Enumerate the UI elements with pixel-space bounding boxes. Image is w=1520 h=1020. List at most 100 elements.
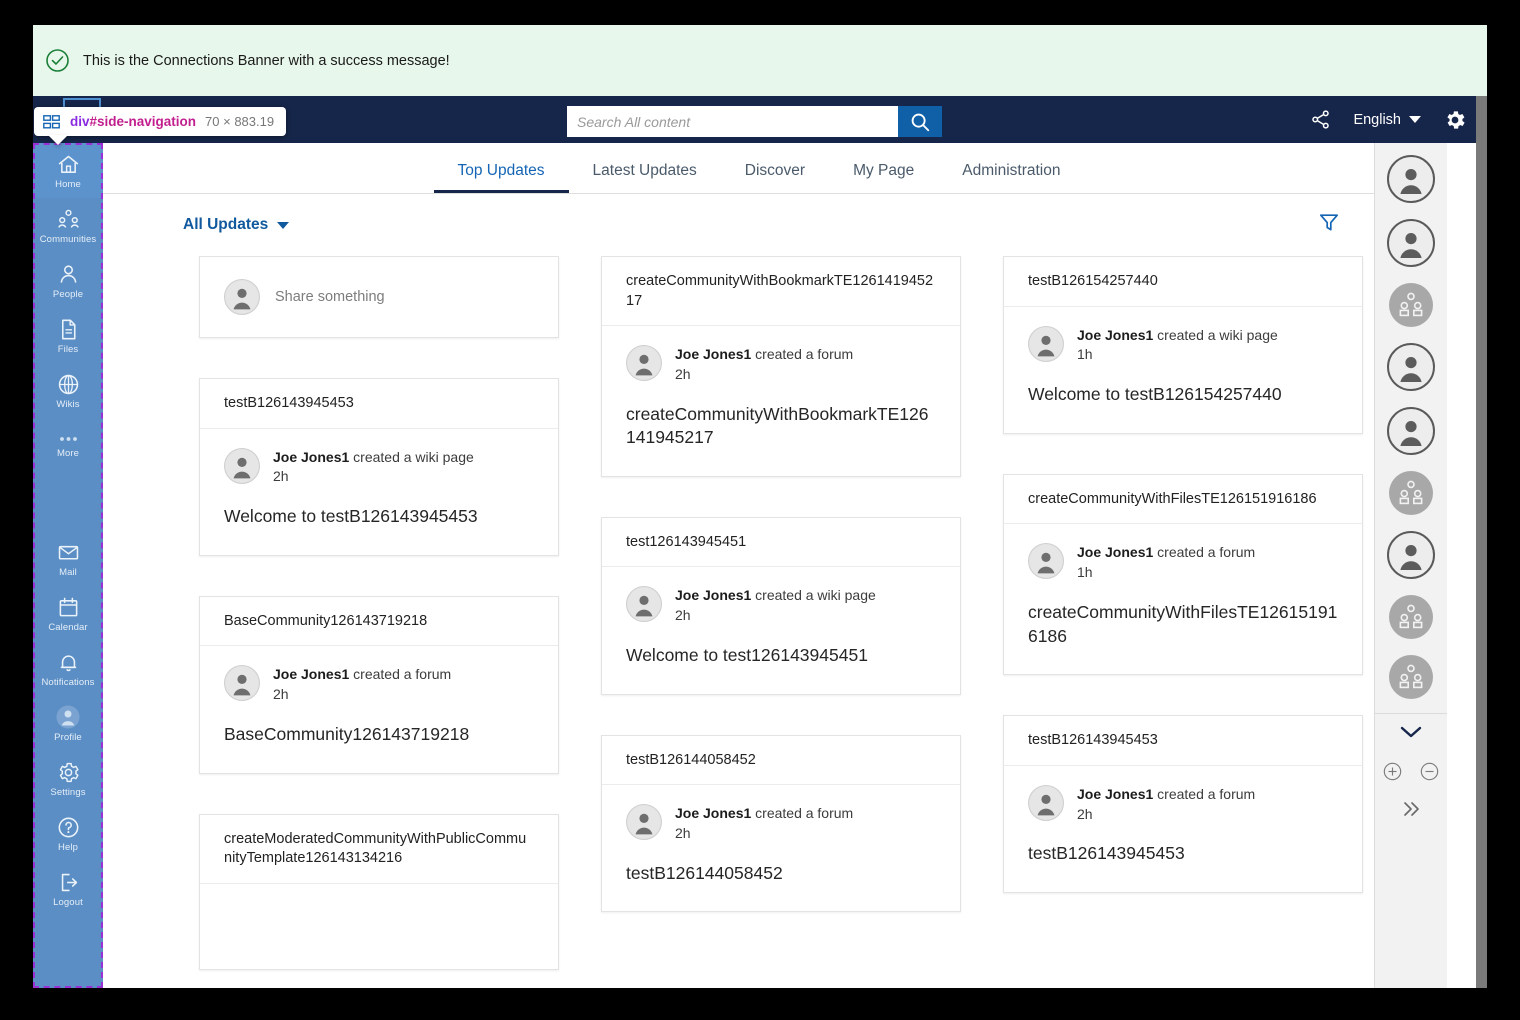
communities-icon [56, 207, 81, 232]
person-avatar-icon[interactable] [1387, 531, 1435, 579]
connections-banner: This is the Connections Banner with a su… [33, 25, 1487, 96]
card-title: testB126143945453 [200, 379, 558, 429]
tab-discover[interactable]: Discover [721, 162, 829, 194]
sidebar-item-logout[interactable]: Logout [33, 861, 103, 916]
page-scrollbar[interactable] [1476, 96, 1487, 988]
person-avatar-icon [224, 665, 260, 702]
inspector-tag: div [70, 114, 90, 129]
card-body: Joe Jones1 created a wiki page 2h Welcom… [602, 567, 960, 693]
actor-name: Joe Jones1 [273, 666, 350, 683]
person-avatar-icon[interactable] [1387, 219, 1435, 267]
language-selector[interactable]: English [1353, 112, 1421, 128]
person-avatar-icon [626, 586, 662, 623]
actor-name: Joe Jones1 [675, 805, 752, 822]
actor-action: created a wiki page [1157, 326, 1278, 343]
rail-expand-row[interactable] [1398, 714, 1424, 754]
dom-node-icon [43, 114, 61, 129]
sidebar-item-more[interactable]: More [33, 418, 103, 473]
community-icon[interactable] [1389, 655, 1433, 699]
sidebar-item-mail[interactable]: Mail [33, 531, 103, 586]
actor-action: created a wiki page [353, 448, 474, 465]
update-card[interactable]: createCommunityWithBookmarkTE12614194521… [601, 256, 961, 477]
global-search[interactable] [567, 106, 942, 137]
person-avatar-icon [1028, 543, 1064, 580]
card-title: BaseCommunity126143719218 [200, 597, 558, 647]
share-placeholder: Share something [275, 289, 385, 305]
person-avatar-icon[interactable] [1387, 343, 1435, 391]
minus-circle-icon[interactable] [1420, 762, 1439, 786]
plus-circle-icon[interactable] [1383, 762, 1402, 786]
person-avatar-icon[interactable] [1387, 155, 1435, 203]
card-title: test126143945451 [602, 518, 960, 568]
sidebar-item-settings[interactable]: Settings [33, 751, 103, 806]
double-chevron-right-icon[interactable] [1399, 800, 1423, 823]
sidebar-item-label: Wikis [56, 398, 80, 410]
sidebar-item-calendar[interactable]: Calendar [33, 586, 103, 641]
person-avatar-icon [1028, 325, 1064, 362]
share-something-box[interactable]: Share something [199, 256, 559, 338]
funnel-icon[interactable] [1317, 210, 1341, 239]
update-card[interactable]: BaseCommunity126143719218 Joe Jones1 cre… [199, 595, 559, 774]
calendar-icon [56, 595, 81, 620]
actor-text: Joe Jones1 created a forum 2h [675, 804, 853, 843]
sidebar-item-help[interactable]: Help [33, 806, 103, 861]
sidebar-item-people[interactable]: People [33, 253, 103, 308]
card-body: Joe Jones1 created a wiki page 2h Welcom… [200, 429, 558, 555]
update-card[interactable]: testB126143945453 Joe Jones1 created a f… [1003, 715, 1363, 893]
tab-latest-updates[interactable]: Latest Updates [569, 162, 721, 194]
update-card[interactable]: createCommunityWithFilesTE126151916186 J… [1003, 473, 1363, 676]
file-icon [56, 317, 81, 342]
card-title: testB126154257440 [1004, 257, 1362, 307]
chevron-down-icon[interactable] [1398, 724, 1424, 745]
sidebar-item-label: Files [57, 343, 79, 355]
sidebar-item-profile[interactable]: Profile [33, 696, 103, 751]
sidebar-item-home[interactable]: Home [33, 143, 103, 198]
tab-top-updates[interactable]: Top Updates [433, 162, 569, 193]
logout-icon [56, 870, 81, 895]
rail-collapse-row[interactable] [1399, 794, 1423, 828]
actor-name: Joe Jones1 [675, 587, 752, 604]
card-title: testB126143945453 [1004, 716, 1362, 766]
all-updates-dropdown[interactable]: All Updates [183, 216, 290, 234]
tab-my-page[interactable]: My Page [829, 162, 938, 194]
card-body: Joe Jones1 created a wiki page 1h Welcom… [1004, 307, 1362, 433]
share-nodes-icon[interactable] [1310, 109, 1331, 130]
person-icon [56, 262, 81, 287]
sidebar-item-label: Profile [54, 732, 82, 744]
person-avatar-icon [224, 447, 260, 484]
screenshot-root: This is the Connections Banner with a su… [0, 0, 1520, 1020]
timestamp: 2h [675, 366, 691, 383]
sidebar-item-files[interactable]: Files [33, 308, 103, 363]
card-title: createCommunityWithBookmarkTE12614194521… [602, 257, 960, 327]
community-icon[interactable] [1389, 595, 1433, 639]
sidebar-item-label: Notifications [41, 676, 95, 688]
inspector-dimensions: 70 × 883.19 [205, 114, 275, 129]
community-icon[interactable] [1389, 471, 1433, 515]
home-icon [56, 152, 81, 177]
update-card[interactable]: testB126154257440 Joe Jones1 created a w… [1003, 256, 1363, 434]
update-card[interactable]: test126143945451 Joe Jones1 created a wi… [601, 516, 961, 695]
profile-avatar-icon [55, 704, 81, 730]
sidebar-item-label: Logout [53, 896, 83, 908]
language-label: English [1353, 111, 1401, 128]
person-avatar-icon[interactable] [1387, 407, 1435, 455]
card-content: createCommunityWithBookmarkTE12614194521… [626, 403, 929, 448]
sidebar-item-communities[interactable]: Communities [33, 198, 103, 253]
search-button[interactable] [898, 106, 942, 137]
sidebar-item-notifications[interactable]: Notifications [33, 641, 103, 696]
actor-action: created a forum [353, 666, 452, 683]
actor-row: Joe Jones1 created a wiki page 2h [224, 447, 534, 487]
search-input[interactable] [567, 106, 898, 137]
person-avatar-icon [224, 279, 260, 315]
update-card[interactable]: createModeratedCommunityWithPublicCommun… [199, 813, 559, 970]
update-card[interactable]: testB126144058452 Joe Jones1 created a f… [601, 734, 961, 913]
gear-icon[interactable] [1443, 108, 1467, 132]
update-card[interactable]: testB126143945453 Joe Jones1 created a w… [199, 378, 559, 556]
person-avatar-icon [626, 345, 662, 382]
check-circle-icon [45, 48, 70, 73]
community-icon[interactable] [1389, 283, 1433, 327]
sidebar-item-label: Communities [39, 233, 97, 245]
all-updates-label: All Updates [183, 216, 269, 233]
sidebar-item-wikis[interactable]: Wikis [33, 363, 103, 418]
tab-administration[interactable]: Administration [938, 162, 1084, 194]
